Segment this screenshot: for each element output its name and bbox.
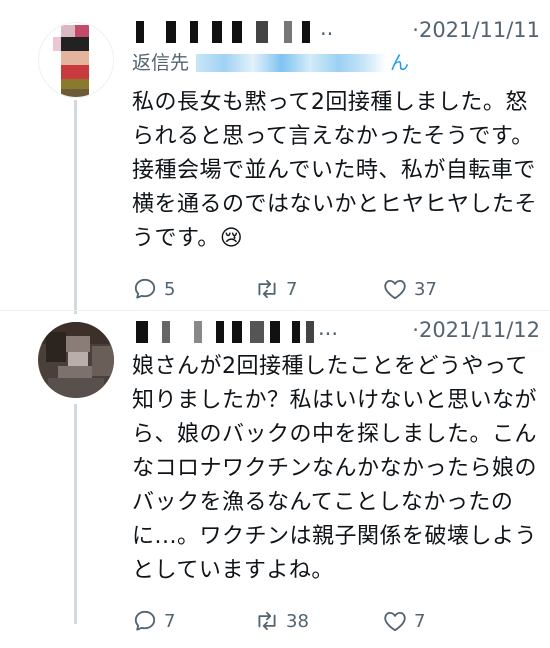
- like-count: 7: [414, 610, 426, 632]
- timestamp[interactable]: ·2021/11/12: [412, 318, 540, 342]
- tweet-header: ... ·2021/11/12: [132, 312, 540, 348]
- name-tail: ...: [318, 316, 339, 340]
- thread-line: [74, 404, 77, 624]
- reply-button[interactable]: 5: [132, 276, 175, 302]
- reply-icon: [134, 278, 156, 299]
- retweet-icon: [258, 611, 276, 631]
- like-icon: [384, 279, 406, 300]
- timestamp[interactable]: ·2021/11/11: [412, 18, 540, 42]
- reply-icon: [134, 610, 156, 631]
- reply-button[interactable]: 7: [132, 608, 175, 634]
- retweet-button[interactable]: 38: [254, 608, 309, 634]
- reply-to: 返信先 ん: [132, 48, 540, 78]
- retweet-count: 38: [286, 610, 309, 632]
- avatar[interactable]: [38, 322, 114, 398]
- retweet-icon: [258, 279, 276, 299]
- tweet-actions: 7 38 7: [132, 608, 540, 648]
- divider: [0, 310, 550, 311]
- like-button[interactable]: 37: [382, 276, 437, 302]
- name-tail: ..: [320, 16, 334, 40]
- avatar[interactable]: [38, 22, 114, 98]
- reply-count: 7: [164, 610, 176, 632]
- like-icon: [384, 611, 406, 632]
- retweet-button[interactable]: 7: [254, 276, 297, 302]
- reply-handle-tail[interactable]: ん: [390, 48, 409, 75]
- like-button[interactable]: 7: [382, 608, 425, 634]
- like-count: 37: [414, 278, 437, 300]
- tweet[interactable]: ... ·2021/11/12 娘さんが2回接種したことをどうやって知りましたか…: [132, 312, 540, 648]
- tweet-header: .. ·2021/11/11: [132, 12, 540, 48]
- tweet-text: 私の長女も黙って2回接種しました。怒られると思って言えなかったそうです。接種会場…: [132, 90, 538, 251]
- thread-line: [74, 100, 77, 314]
- retweet-count: 7: [286, 278, 298, 300]
- tweet[interactable]: .. ·2021/11/11 返信先 ん 私の長女も黙って2回接種しました。怒ら…: [132, 12, 540, 316]
- reply-handle-redacted[interactable]: [196, 54, 386, 72]
- reply-count: 5: [164, 278, 176, 300]
- reply-to-label: 返信先: [132, 52, 190, 74]
- tweet-text: 娘さんが2回接種したことをどうやって知りましたか？私はいけないと思いながら、娘の…: [132, 354, 538, 583]
